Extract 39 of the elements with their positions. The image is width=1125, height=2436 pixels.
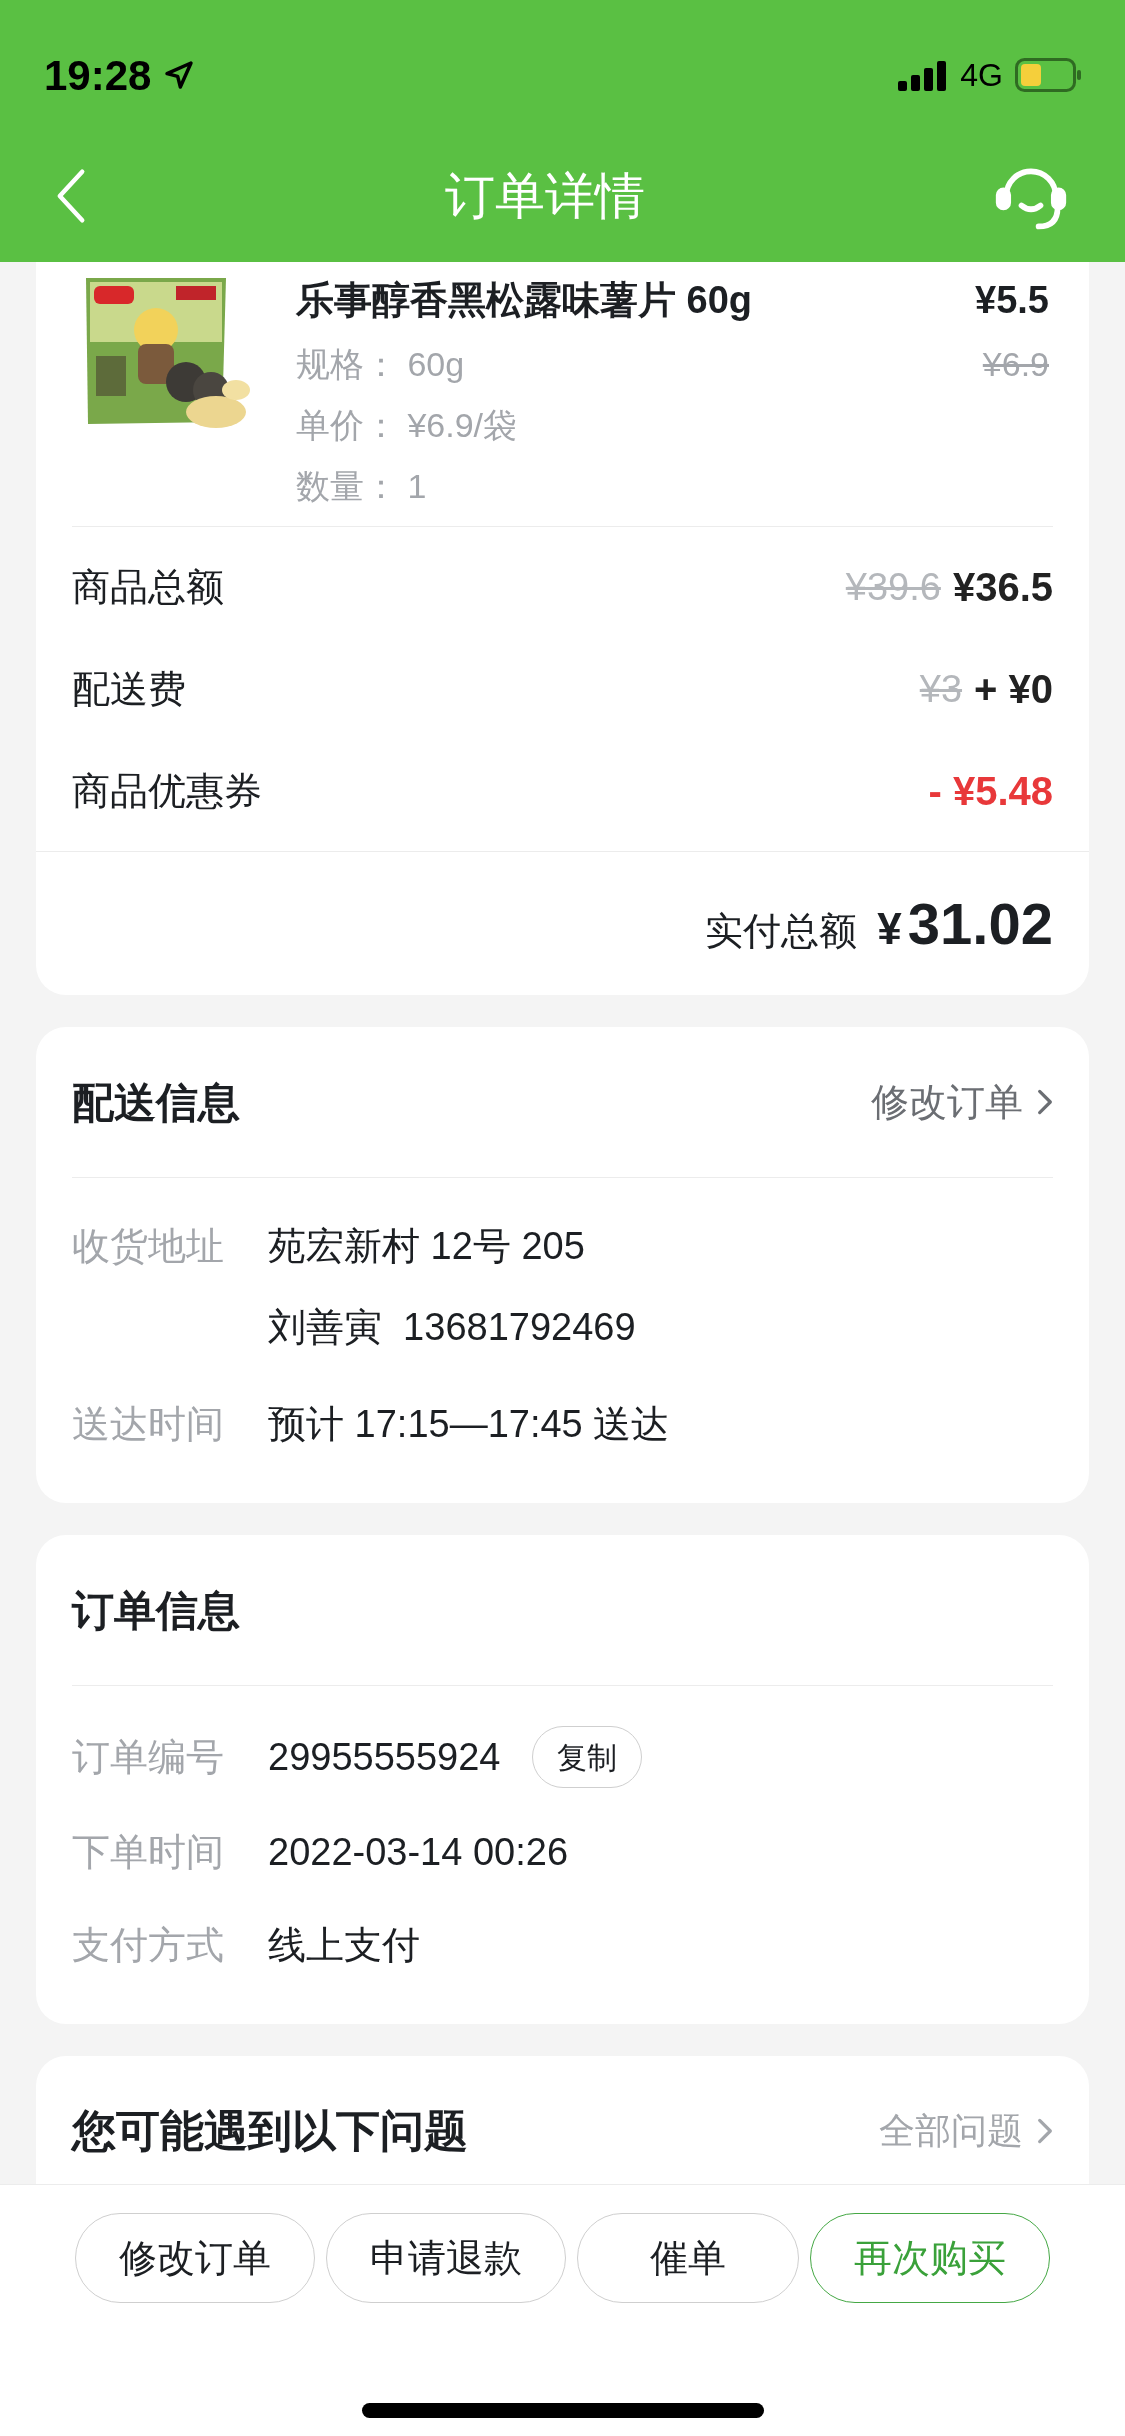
- info-label: 送达时间: [72, 1402, 224, 1447]
- info-value: 29955555924: [268, 1734, 501, 1780]
- info-label: 下单时间: [72, 1830, 224, 1875]
- product-spec: 规格： 60g: [296, 344, 466, 385]
- product-spec: 单价： ¥6.9/袋: [296, 405, 518, 446]
- info-label: 支付方式: [72, 1923, 224, 1968]
- product-price: ¥5.5: [975, 278, 1049, 323]
- network-label: 4G: [960, 56, 1003, 95]
- info-label: 收货地址: [72, 1224, 224, 1269]
- info-value: 苑宏新村 12号 205: [268, 1224, 586, 1269]
- info-value: 2022-03-14 00:26: [268, 1830, 569, 1875]
- chevron-right-icon: [1037, 1088, 1053, 1116]
- original-amount: ¥3: [919, 666, 963, 712]
- section-title: 订单信息: [72, 1585, 240, 1636]
- section-title: 配送信息: [72, 1077, 240, 1128]
- summary-label: 商品总额: [72, 564, 224, 610]
- chevron-right-icon: [1037, 2117, 1053, 2145]
- location-arrow-icon: [163, 59, 196, 91]
- summary-amount: + ¥0: [974, 666, 1053, 713]
- summary-label: 商品优惠券: [72, 768, 262, 814]
- page-title: 订单详情: [444, 166, 645, 226]
- signal-icon: [898, 59, 949, 91]
- total-label: 实付总额: [705, 909, 858, 954]
- summary-amount: ¥36.5: [952, 564, 1053, 611]
- info-value: 刘善寅 13681792469: [268, 1305, 636, 1350]
- info-label: 订单编号: [72, 1734, 224, 1780]
- info-value: 预计 17:15—17:45 送达: [268, 1402, 670, 1447]
- edit-order-link[interactable]: 修改订单: [871, 1073, 1053, 1131]
- battery-icon: [1015, 58, 1081, 92]
- product-name: 乐事醇香黑松露味薯片 60g: [296, 278, 753, 323]
- original-price: ¥6.9: [982, 344, 1049, 385]
- product-spec: 数量： 1: [296, 466, 428, 507]
- original-amount: ¥39.6: [845, 564, 941, 610]
- status-time: 19:28: [44, 50, 152, 101]
- summary-label: 配送费: [72, 666, 186, 712]
- section-title: 您可能遇到以下问题: [72, 2105, 468, 2157]
- summary-amount: - ¥5.48: [928, 768, 1053, 815]
- info-value: 线上支付: [268, 1923, 420, 1968]
- total-amount: ¥31.02: [877, 890, 1053, 958]
